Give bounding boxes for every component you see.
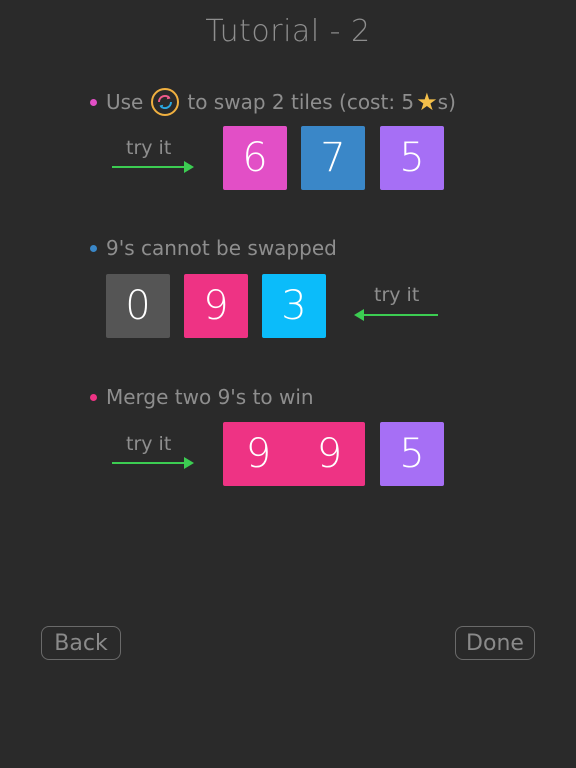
- page-title: Tutorial - 2: [205, 14, 371, 49]
- try-it-label: try it: [374, 284, 420, 306]
- tile[interactable]: 0: [106, 274, 170, 338]
- merged-tile-left: 9: [245, 431, 272, 477]
- tile[interactable]: 9: [184, 274, 248, 338]
- instruction-nine-locked: 9's cannot be swapped: [90, 236, 337, 260]
- tile[interactable]: 3: [262, 274, 326, 338]
- instruction-swap: Use to swap 2 tiles (cost: 5 ★ s): [90, 88, 456, 116]
- bullet-dot: [90, 393, 97, 401]
- tile[interactable]: 5: [380, 126, 444, 190]
- arrow-left-icon: [354, 309, 438, 321]
- instruction-merge: Merge two 9's to win: [90, 385, 314, 409]
- back-button[interactable]: Back: [41, 626, 121, 660]
- done-button[interactable]: Done: [455, 626, 535, 660]
- instruction-swap-suffix: to swap 2 tiles (cost: 5: [187, 90, 415, 114]
- merged-tile[interactable]: 9 9: [223, 422, 365, 486]
- tile[interactable]: 6: [223, 126, 287, 190]
- swap-icon: [151, 88, 180, 116]
- bullet-dot: [90, 98, 97, 106]
- tile[interactable]: 5: [380, 422, 444, 486]
- try-it-label: try it: [126, 433, 172, 455]
- bullet-dot: [90, 244, 97, 252]
- instruction-swap-prefix: Use: [106, 90, 144, 114]
- try-it-label: try it: [126, 137, 172, 159]
- instruction-swap-end: s): [437, 90, 456, 114]
- star-icon: ★: [416, 88, 438, 116]
- arrow-right-icon: [112, 457, 194, 469]
- merged-tile-right: 9: [316, 431, 343, 477]
- arrow-right-icon: [112, 161, 194, 173]
- instruction-merge-text: Merge two 9's to win: [106, 385, 314, 409]
- instruction-nine-locked-text: 9's cannot be swapped: [106, 236, 337, 260]
- tile[interactable]: 7: [301, 126, 365, 190]
